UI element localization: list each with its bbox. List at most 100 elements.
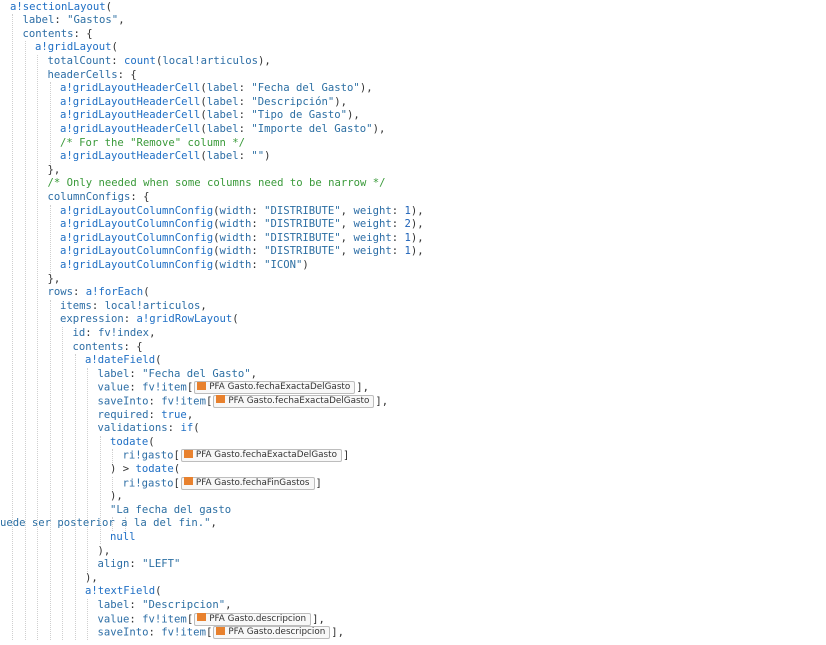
record-field-token[interactable]: PFA Gasto.fechaFinGastos	[180, 476, 315, 490]
code-token: required	[97, 408, 149, 421]
code-token: a!dateField	[85, 354, 156, 367]
code-token: ]	[315, 477, 322, 489]
code-token: },	[47, 163, 61, 176]
code-token: :	[85, 326, 99, 339]
code-token: ri!gasto	[122, 449, 174, 462]
code-token: [	[186, 613, 194, 625]
code-token: [	[186, 381, 194, 394]
code-line: },	[48, 273, 61, 287]
indent-guide	[112, 449, 113, 463]
code-token: weight	[353, 231, 392, 244]
record-field-token[interactable]: PFA Gasto.descripcion	[213, 626, 331, 640]
code-token: ,	[200, 299, 207, 312]
code-token: if	[180, 422, 194, 435]
code-token: count	[124, 54, 156, 67]
code-token: :	[238, 82, 252, 95]
code-token: ,	[340, 231, 354, 244]
code-token: :	[129, 367, 143, 380]
code-token: ],	[331, 626, 345, 639]
code-token: :	[251, 204, 265, 217]
code-token: headerCells	[47, 68, 118, 81]
code-line: saveInto: fv!item[PFA Gasto.descripcion]…	[97, 626, 345, 640]
code-line: expression: a!gridRowLayout(	[60, 313, 239, 327]
code-token: local!articulos	[162, 54, 258, 67]
code-token: ),	[85, 571, 98, 584]
code-token: a!gridLayoutHeaderCell	[60, 95, 201, 108]
code-token: label	[22, 14, 55, 27]
code-token: a!textField	[85, 585, 156, 598]
indent-guide	[49, 204, 51, 273]
code-line: headerCells: {	[48, 69, 137, 83]
code-token: weight	[353, 218, 392, 231]
code-line: a!gridLayoutHeaderCell(label: "Importe d…	[60, 123, 385, 137]
code-token: fv!item	[161, 626, 206, 639]
code-line: a!gridLayoutColumnConfig(width: "DISTRIB…	[60, 245, 424, 259]
code-line: contents: {	[23, 28, 93, 42]
record-field-label: PFA Gasto.fechaExactaDelGasto	[195, 450, 337, 461]
code-token: fv!item	[161, 395, 206, 408]
code-token: null	[110, 530, 136, 543]
code-line: "La fecha del gasto	[110, 504, 231, 518]
record-field-token[interactable]: PFA Gasto.fechaExactaDelGasto	[194, 381, 356, 395]
code-token: :	[251, 218, 265, 231]
code-token: weight	[353, 245, 392, 258]
code-line: value: fv!item[PFA Gasto.descripcion],	[98, 612, 325, 627]
code-token: ],	[375, 395, 389, 408]
code-line: saveInto: fv!item[PFA Gasto.fechaExactaD…	[98, 394, 389, 409]
record-field-token[interactable]: PFA Gasto.descripcion	[194, 612, 312, 626]
code-token: ""	[251, 150, 265, 163]
code-line: a!gridLayoutColumnConfig(width: "DISTRIB…	[60, 232, 424, 246]
record-field-token[interactable]: PFA Gasto.fechaExactaDelGasto	[180, 449, 342, 463]
code-token: :	[91, 299, 105, 312]
code-token: : {	[117, 68, 137, 81]
code-token: "Descripción"	[251, 95, 335, 108]
code-token: ,	[340, 204, 354, 217]
code-token: align	[97, 558, 130, 571]
code-token: /* For the "Remove" column */	[60, 136, 245, 149]
code-token: ),	[410, 218, 424, 231]
code-token: label	[206, 82, 239, 95]
code-line: },	[48, 164, 61, 178]
code-token: id	[72, 326, 86, 339]
indent-guide	[87, 367, 88, 572]
code-token: :	[167, 422, 181, 435]
code-token: saveInto	[97, 626, 149, 639]
code-token: : {	[123, 340, 143, 353]
code-token: : {	[73, 27, 93, 40]
code-token: :	[238, 150, 252, 163]
record-field-label: PFA Gasto.fechaExactaDelGasto	[209, 382, 351, 393]
code-token: (	[155, 354, 162, 367]
record-field-token[interactable]: PFA Gasto.fechaExactaDelGasto	[213, 394, 375, 408]
record-field-label: PFA Gasto.descripcion	[228, 627, 326, 638]
indent-guide	[49, 299, 51, 640]
code-token: ),	[258, 54, 271, 67]
code-line: a!gridLayout(	[35, 41, 118, 55]
code-token: validations	[97, 422, 168, 435]
code-token: a!gridLayoutHeaderCell	[60, 122, 201, 135]
code-token: "DISTRIBUTE"	[264, 218, 341, 231]
code-line: /* For the "Remove" column */	[60, 137, 245, 151]
code-token: ),	[334, 95, 348, 108]
code-editor[interactable]: a!sectionLayout(label: "Gastos", contents…	[0, 0, 826, 645]
code-token: width	[219, 204, 252, 217]
code-token: (	[173, 462, 181, 475]
code-line: a!gridLayoutHeaderCell(label: "Descripci…	[60, 96, 347, 110]
code-token: uede ser posterior a la del fin."	[0, 517, 211, 530]
code-token: a!sectionLayout	[10, 0, 106, 13]
code-line: required: true,	[98, 409, 194, 423]
code-token: ,	[118, 14, 125, 27]
code-token: :	[73, 286, 86, 299]
record-type-icon	[183, 477, 193, 485]
code-token: "DISTRIBUTE"	[264, 231, 341, 244]
code-token: ,	[149, 326, 156, 339]
code-line: ri!gasto[PFA Gasto.fechaFinGastos]	[123, 476, 322, 491]
code-line: a!dateField(	[85, 354, 162, 368]
code-token: "Fecha del Gasto"	[251, 82, 360, 95]
indent-guide	[74, 354, 76, 640]
code-token: a!gridLayoutColumnConfig	[60, 204, 214, 217]
code-token: :	[391, 218, 405, 231]
code-line: a!gridLayoutColumnConfig(width: "ICON")	[60, 259, 309, 273]
code-token: :	[148, 626, 162, 639]
record-field-label: PFA Gasto.descripcion	[209, 613, 307, 624]
code-token: :	[391, 245, 405, 258]
